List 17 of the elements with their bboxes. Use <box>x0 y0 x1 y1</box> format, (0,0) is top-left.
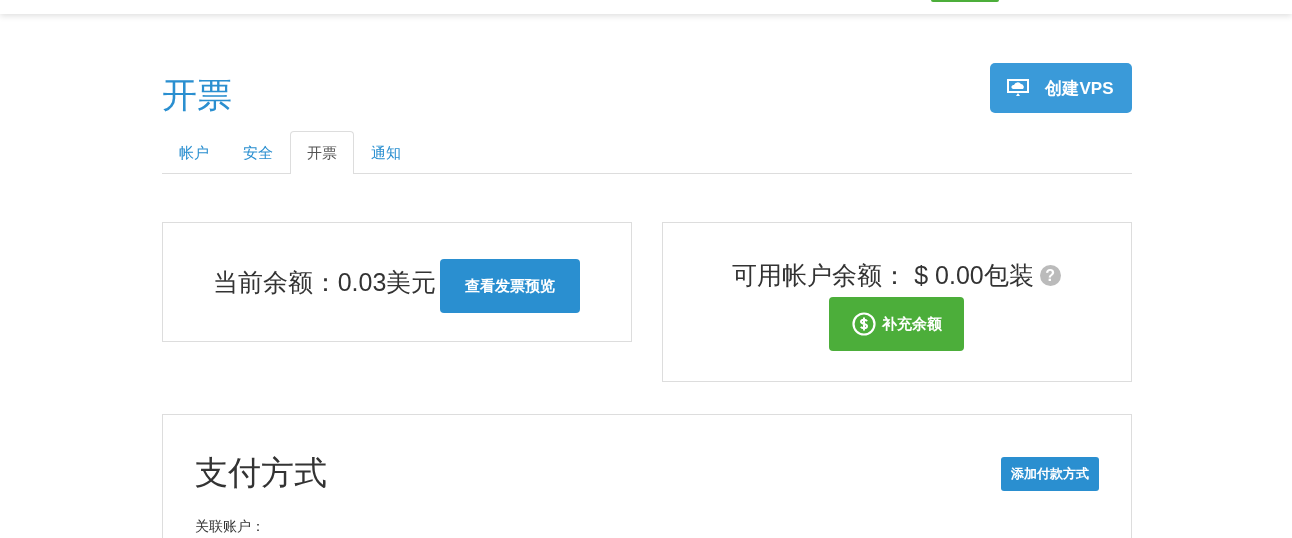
create-vps-button[interactable]: 创建VPS <box>989 63 1132 113</box>
tab[interactable]: 帐户 <box>161 131 226 174</box>
dollar-coin-icon <box>851 312 876 336</box>
header-button-edge[interactable] <box>931 0 999 2</box>
monitor-cloud-icon <box>1007 79 1030 97</box>
view-invoice-preview-button[interactable]: 查看发票预览 <box>440 259 581 313</box>
page-title: 开票 <box>161 75 232 115</box>
tab[interactable]: 通知 <box>353 131 418 174</box>
linked-account-label: 关联账户： <box>194 518 265 536</box>
tab[interactable]: 安全 <box>225 131 290 174</box>
section-title: 支付方式 <box>194 453 327 493</box>
current-balance: 当前余额：0.03美元 <box>212 266 437 298</box>
top-up-balance-button[interactable]: 补充余额 <box>829 297 964 351</box>
tab[interactable]: 开票 <box>289 131 354 174</box>
available-account-balance: 可用帐户余额： $ 0.00包装 <box>732 260 1034 291</box>
help-icon[interactable]: ? <box>1039 265 1061 286</box>
add-payment-method-button[interactable]: 添加付款方式 <box>1000 456 1099 491</box>
